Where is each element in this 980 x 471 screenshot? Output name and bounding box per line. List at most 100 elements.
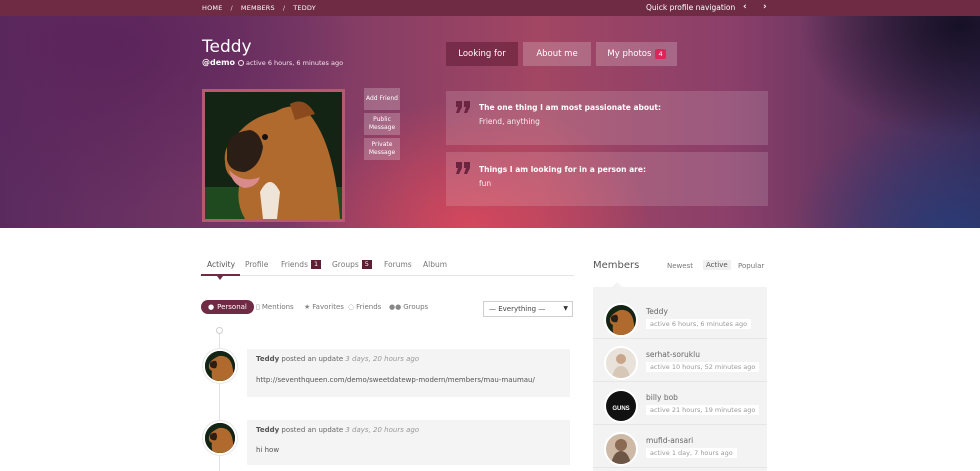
private-message-button[interactable]: Private Message xyxy=(364,138,400,160)
quick-profile-navigation-label: Quick profile navigation xyxy=(646,3,736,12)
member-item[interactable]: mufid-ansari active 1 day, 7 hours ago xyxy=(593,426,767,468)
tab-label: My photos xyxy=(607,49,652,59)
members-tab-popular[interactable]: Popular xyxy=(738,262,764,270)
photos-count-badge: 4 xyxy=(655,49,666,59)
dog-avatar xyxy=(205,351,235,381)
tab-looking-for[interactable]: Looking for xyxy=(446,42,518,66)
member-name[interactable]: serhat-soruklu xyxy=(646,350,700,359)
chevron-left-icon[interactable]: ‹ xyxy=(743,2,747,12)
timeline-start-dot xyxy=(216,327,223,334)
tab-friends[interactable]: Friends 1 xyxy=(281,260,322,269)
dog-photo xyxy=(205,92,342,219)
activity-time[interactable]: 3 days, 20 hours ago xyxy=(345,355,419,363)
filter-groups-button[interactable]: ●● Groups xyxy=(389,303,428,311)
filter-label: Friends xyxy=(356,303,382,311)
member-avatar[interactable] xyxy=(604,346,638,380)
add-friend-button[interactable]: Add Friend xyxy=(364,88,400,110)
bookmark-icon: ▯ xyxy=(256,303,260,311)
members-list: Teddy active 6 hours, 6 minutes ago serh… xyxy=(593,287,767,471)
members-widget-title: Members xyxy=(593,260,640,271)
filter-favorites-button[interactable]: ★ Favorites xyxy=(304,303,344,311)
member-last-active: active 21 hours, 19 minutes ago xyxy=(646,405,760,415)
activity-item: Teddy posted an update 3 days, 20 hours … xyxy=(247,420,570,465)
tab-label: Looking for xyxy=(458,49,506,59)
user-icon: ● xyxy=(208,303,215,311)
breadcrumb-members[interactable]: MEMBERS xyxy=(241,4,275,12)
profile-header: Teddy @demo active 6 hours, 6 minutes ag… xyxy=(0,16,980,228)
breadcrumb-current: TEDDY xyxy=(293,4,316,12)
filter-label: Favorites xyxy=(312,303,344,311)
person-avatar xyxy=(606,348,636,378)
active-tab-caret xyxy=(217,276,223,280)
last-active: active 6 hours, 6 minutes ago xyxy=(238,59,343,67)
filter-label: Mentions xyxy=(261,303,294,311)
activity-type-select[interactable]: — Everything — ▼ xyxy=(483,301,573,317)
about-title: Things I am looking for in a person are: xyxy=(479,165,646,174)
about-title: The one thing I am most passionate about… xyxy=(479,103,661,112)
chevron-right-icon[interactable]: › xyxy=(763,2,767,12)
member-name[interactable]: mufid-ansari xyxy=(646,436,693,445)
activity-action: posted an update xyxy=(281,355,344,363)
tab-profile[interactable]: Profile xyxy=(245,260,268,269)
member-name[interactable]: Teddy xyxy=(646,307,668,316)
activity-header: Teddy posted an update 3 days, 20 hours … xyxy=(256,426,419,434)
profile-name: Teddy xyxy=(202,37,252,57)
filter-friends-button[interactable]: ◌ Friends xyxy=(348,303,381,311)
activity-avatar[interactable] xyxy=(203,349,237,383)
tab-label: Activity xyxy=(207,260,236,269)
breadcrumb-home[interactable]: HOME xyxy=(202,4,223,12)
member-avatar[interactable]: GUNS xyxy=(604,389,638,423)
member-last-active: active 10 hours, 52 minutes ago xyxy=(646,362,760,372)
tab-label: Forums xyxy=(384,260,412,269)
tab-label: Profile xyxy=(245,260,269,269)
person-avatar xyxy=(606,434,636,464)
profile-avatar[interactable] xyxy=(202,89,345,222)
activity-avatar[interactable] xyxy=(203,421,237,455)
tab-label: Album xyxy=(423,260,448,269)
tab-forums[interactable]: Forums xyxy=(384,260,412,269)
tab-label: Groups xyxy=(332,260,359,269)
filter-personal-button[interactable]: ● Personal xyxy=(201,300,254,314)
star-icon: ★ xyxy=(304,303,311,311)
members-tab-active[interactable]: Active xyxy=(703,260,731,270)
member-item[interactable]: Teddy active 6 hours, 6 minutes ago xyxy=(593,297,767,339)
activity-item: Teddy posted an update 3 days, 20 hours … xyxy=(247,349,570,397)
about-card-looking-for: Things I am looking for in a person are:… xyxy=(446,152,768,206)
tab-my-photos[interactable]: My photos 4 xyxy=(596,42,677,66)
select-value: — Everything — xyxy=(489,305,546,313)
activity-content[interactable]: http://seventhqueen.com/demo/sweetdatewp… xyxy=(256,376,535,384)
activity-user-link[interactable]: Teddy xyxy=(256,426,279,434)
activity-action: posted an update xyxy=(281,426,344,434)
breadcrumb: HOME / MEMBERS / TEDDY xyxy=(202,4,316,12)
about-text: fun xyxy=(479,179,492,188)
groups-count-badge: 5 xyxy=(361,260,372,269)
breadcrumb-separator: / xyxy=(282,4,286,12)
group-icon: ●● xyxy=(389,303,402,311)
member-last-active: active 6 hours, 6 minutes ago xyxy=(646,319,752,329)
profile-handle: @demo xyxy=(202,58,235,67)
last-active-text: active 6 hours, 6 minutes ago xyxy=(246,59,344,67)
activity-header: Teddy posted an update 3 days, 20 hours … xyxy=(256,355,419,363)
activity-time[interactable]: 3 days, 20 hours ago xyxy=(345,426,419,434)
member-item[interactable]: GUNS billy bob active 21 hours, 19 minut… xyxy=(593,383,767,425)
activity-user-link[interactable]: Teddy xyxy=(256,355,279,363)
member-name[interactable]: billy bob xyxy=(646,393,678,402)
top-bar: HOME / MEMBERS / TEDDY Quick profile nav… xyxy=(0,0,980,16)
tab-activity[interactable]: Activity xyxy=(207,260,235,269)
tab-about-me[interactable]: About me xyxy=(523,42,591,66)
tab-album[interactable]: Album xyxy=(423,260,447,269)
dog-avatar xyxy=(606,305,636,335)
members-tab-newest[interactable]: Newest xyxy=(667,262,693,270)
member-avatar[interactable] xyxy=(604,303,638,337)
tab-groups[interactable]: Groups 5 xyxy=(332,260,372,269)
member-item[interactable]: serhat-soruklu active 10 hours, 52 minut… xyxy=(593,340,767,382)
content-tabs: Activity Profile Friends 1 Groups 5 Foru… xyxy=(200,259,574,280)
avatar-text: GUNS xyxy=(612,406,629,412)
friends-count-badge: 1 xyxy=(310,260,322,269)
about-card-passion: The one thing I am most passionate about… xyxy=(446,91,768,145)
tab-label: About me xyxy=(536,49,578,59)
member-avatar[interactable] xyxy=(604,432,638,466)
filter-mentions-button[interactable]: ▯ Mentions xyxy=(256,303,294,311)
clock-icon xyxy=(238,60,244,66)
public-message-button[interactable]: Public Message xyxy=(364,113,400,135)
